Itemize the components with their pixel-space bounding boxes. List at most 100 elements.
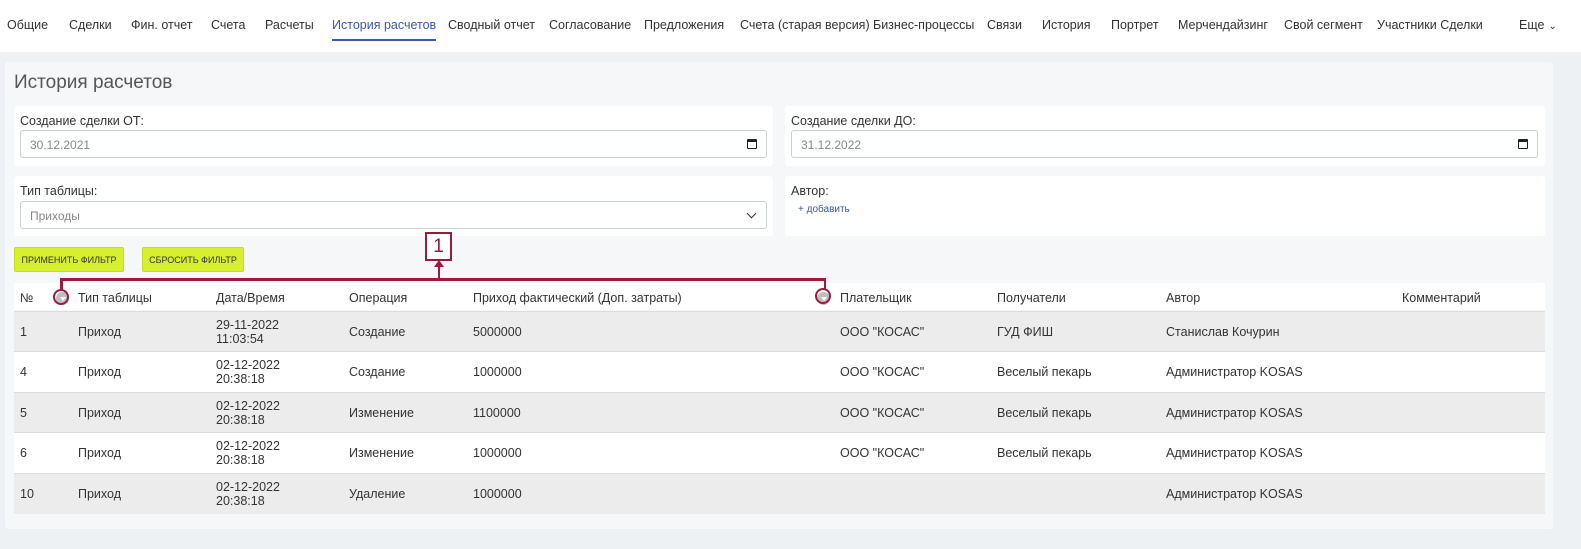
col-recipients[interactable]: Получатели: [997, 291, 1066, 305]
more-menu[interactable]: Еще ⌄: [1519, 18, 1557, 32]
date-to-input[interactable]: 31.12.2022: [791, 130, 1538, 158]
cell-operation: Изменение: [349, 446, 414, 460]
tab-fin-report[interactable]: Фин. отчет: [131, 18, 193, 32]
callout-bracket-right: [823, 278, 826, 289]
add-author-link[interactable]: + добавить: [798, 204, 850, 215]
date-from-input[interactable]: 30.12.2021: [20, 130, 767, 158]
cell-num: 4: [20, 365, 27, 379]
tab-invoices-old[interactable]: Счета (старая версия): [740, 18, 870, 32]
page-title: История расчетов: [14, 72, 173, 93]
cell-type: Приход: [78, 406, 121, 420]
chevron-down-icon: ⌄: [1548, 21, 1557, 32]
col-type[interactable]: Тип таблицы: [78, 291, 152, 305]
col-datetime[interactable]: Дата/Время: [216, 291, 285, 305]
callout-bracket-line: [60, 278, 826, 281]
cell-num: 5: [20, 406, 27, 420]
cell-operation: Удаление: [349, 487, 406, 501]
cell-recipients: Веселый пекарь: [997, 365, 1092, 379]
cell-date: 02-12-2022: [216, 358, 280, 372]
author-card: [785, 176, 1545, 236]
col-payer[interactable]: Плательщик: [840, 291, 912, 305]
date-from-value: 30.12.2021: [30, 138, 91, 152]
tab-settlement-history[interactable]: История расчетов: [332, 18, 437, 41]
table-header: № Тип таблицы Дата/Время Операция Приход…: [14, 283, 1545, 310]
cell-amount: 1000000: [473, 365, 522, 379]
tab-deal-participants[interactable]: Участники Сделки: [1377, 18, 1483, 32]
tab-general[interactable]: Общие: [7, 18, 48, 32]
cell-payer: ООО "КОСАС": [840, 446, 925, 460]
cell-operation: Создание: [349, 325, 406, 339]
cell-num: 1: [20, 325, 27, 339]
top-nav: Общие Сделки Фин. отчет Счета Расчеты Ис…: [0, 0, 1581, 52]
table-row[interactable]: 1 Приход 29-11-2022 11:03:54 Создание 50…: [14, 311, 1545, 352]
cell-recipients: ГУД ФИШ: [997, 325, 1054, 339]
calendar-icon[interactable]: [747, 139, 757, 149]
tab-portrait[interactable]: Портрет: [1111, 18, 1159, 32]
table-row[interactable]: 10 Приход 02-12-2022 20:38:18 Удаление 1…: [14, 473, 1545, 514]
cell-author: Администратор KOSAS: [1166, 406, 1303, 420]
cell-amount: 1100000: [473, 406, 521, 420]
cell-author: Станислав Кочурин: [1166, 325, 1280, 339]
tab-deals[interactable]: Сделки: [69, 18, 112, 32]
tab-own-segment[interactable]: Свой сегмент: [1284, 18, 1363, 32]
cell-date: 02-12-2022: [216, 399, 280, 413]
table-type-select[interactable]: Приходы: [20, 201, 767, 229]
reset-filter-button[interactable]: Сбросить фильтр: [142, 247, 244, 272]
cell-payer: ООО "КОСАС": [840, 325, 925, 339]
col-amount[interactable]: Приход фактический (Доп. затраты): [473, 291, 682, 305]
cell-date: 02-12-2022: [216, 480, 280, 494]
cell-type: Приход: [78, 446, 121, 460]
highlight-ring: [53, 289, 69, 305]
cell-payer: ООО "КОСАС": [840, 365, 925, 379]
cell-type: Приход: [78, 487, 121, 501]
cell-operation: Изменение: [349, 406, 414, 420]
cell-time: 11:03:54: [216, 332, 264, 346]
cell-operation: Создание: [349, 365, 406, 379]
cell-time: 20:38:18: [216, 372, 265, 386]
tab-history[interactable]: История: [1042, 18, 1090, 32]
tab-settlements[interactable]: Расчеты: [265, 18, 314, 32]
col-num[interactable]: №: [20, 291, 33, 305]
apply-filter-button[interactable]: Применить фильтр: [14, 247, 124, 272]
cell-amount: 1000000: [473, 487, 522, 501]
cell-amount: 1000000: [473, 446, 522, 460]
tab-offers[interactable]: Предложения: [644, 18, 724, 32]
cell-time: 20:38:18: [216, 494, 265, 508]
calendar-icon[interactable]: [1518, 139, 1528, 149]
callout-label: 1: [425, 232, 452, 261]
tab-links[interactable]: Связи: [987, 18, 1022, 32]
tab-approval[interactable]: Согласование: [549, 18, 631, 32]
col-comment[interactable]: Комментарий: [1402, 291, 1481, 305]
cell-recipients: Веселый пекарь: [997, 446, 1092, 460]
callout-bracket-left: [60, 278, 63, 290]
date-to-label: Создание сделки ДО:: [791, 114, 916, 128]
tab-invoices[interactable]: Счета: [211, 18, 245, 32]
chevron-down-icon: [746, 208, 757, 219]
cell-num: 10: [20, 487, 34, 501]
cell-author: Администратор KOSAS: [1166, 446, 1303, 460]
cell-time: 20:38:18: [216, 453, 265, 467]
table-row[interactable]: 5 Приход 02-12-2022 20:38:18 Изменение 1…: [14, 392, 1545, 433]
table-row[interactable]: 6 Приход 02-12-2022 20:38:18 Изменение 1…: [14, 432, 1545, 473]
cell-author: Администратор KOSAS: [1166, 365, 1303, 379]
author-label: Автор:: [791, 184, 829, 198]
table-row[interactable]: 4 Приход 02-12-2022 20:38:18 Создание 10…: [14, 351, 1545, 392]
cell-recipients: Веселый пекарь: [997, 406, 1092, 420]
cell-num: 6: [20, 446, 27, 460]
tab-merchandising[interactable]: Мерчендайзинг: [1178, 18, 1268, 32]
tab-business-processes[interactable]: Бизнес-процессы: [873, 18, 974, 32]
callout-arrowhead: [434, 260, 444, 267]
date-from-label: Создание сделки ОТ:: [20, 114, 144, 128]
cell-payer: ООО "КОСАС": [840, 406, 925, 420]
cell-date: 29-11-2022: [216, 318, 280, 332]
table-type-value: Приходы: [30, 209, 80, 223]
cell-type: Приход: [78, 325, 121, 339]
col-author[interactable]: Автор: [1166, 291, 1200, 305]
table-type-label: Тип таблицы:: [20, 184, 98, 198]
cell-author: Администратор KOSAS: [1166, 487, 1303, 501]
cell-date: 02-12-2022: [216, 439, 280, 453]
tab-summary-report[interactable]: Сводный отчет: [448, 18, 535, 32]
cell-type: Приход: [78, 365, 121, 379]
date-to-value: 31.12.2022: [801, 138, 862, 152]
col-operation[interactable]: Операция: [349, 291, 407, 305]
